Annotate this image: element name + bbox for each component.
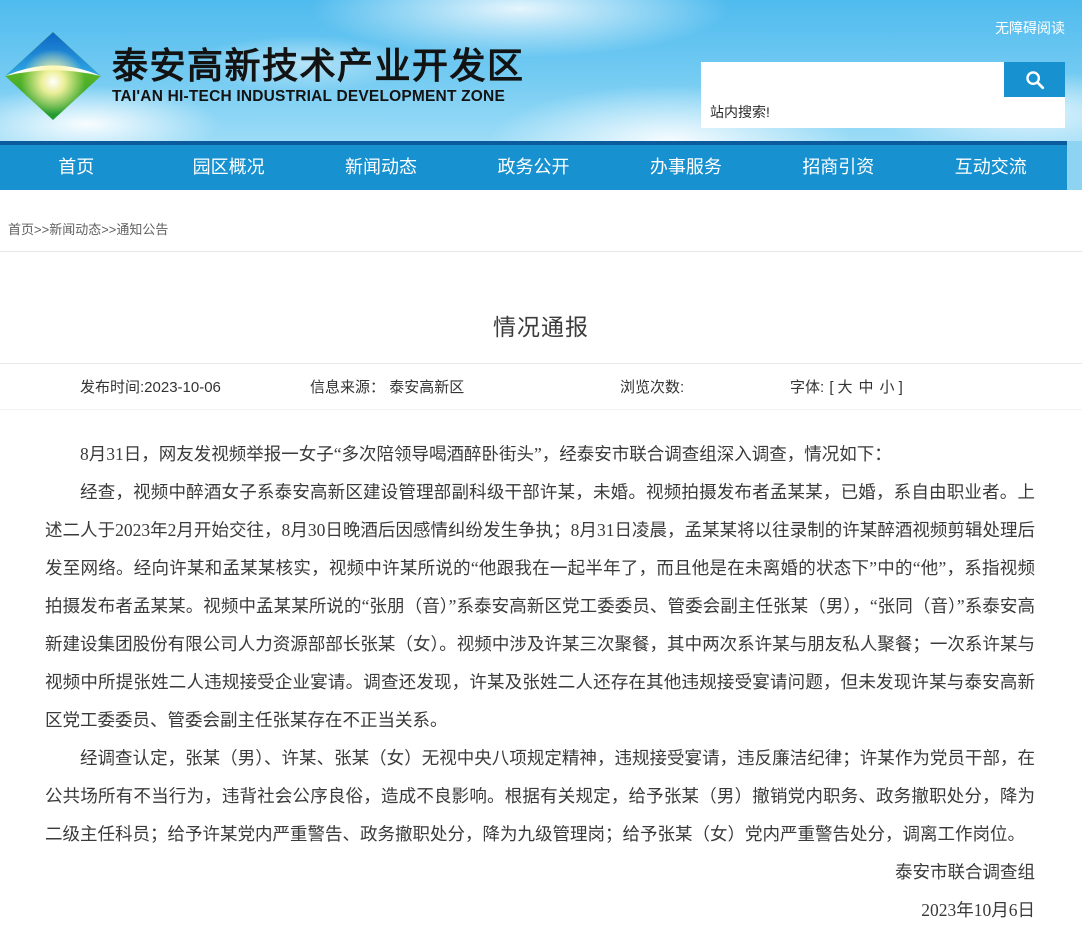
article-signature: 泰安市联合调查组 [45, 853, 1035, 891]
nav-item-investment[interactable]: 招商引资 [762, 145, 914, 190]
site-logo-diamond-icon [4, 32, 102, 120]
info-source-value: 泰安高新区 [389, 379, 464, 396]
font-bracket-close: ] [898, 379, 904, 396]
article-date: 2023年10月6日 [45, 891, 1035, 929]
accessibility-link[interactable]: 无障碍阅读 [995, 18, 1065, 38]
font-size-medium-button[interactable]: 中 [856, 379, 877, 396]
nav-item-gov-affairs[interactable]: 政务公开 [457, 145, 609, 190]
article-paragraph: 8月31日，网友发视频举报一女子“多次陪领导喝酒醉卧街头”，经泰安市联合调查组深… [45, 435, 1035, 473]
article-meta-bar: 发布时间:2023-10-06 信息来源： 泰安高新区 浏览次数: 字体: [大… [0, 363, 1082, 410]
search-button[interactable] [1004, 62, 1065, 97]
nav-right-filler [1067, 141, 1082, 190]
font-size-controls: 字体: [大中小] [790, 376, 904, 397]
site-title: 泰安高新技术产业开发区 TAI'AN HI-TECH INDUSTRIAL DE… [112, 46, 525, 106]
nav-item-home[interactable]: 首页 [0, 145, 152, 190]
page-title: 情况通报 [0, 308, 1082, 342]
main-navigation: 首页 园区概况 新闻动态 政务公开 办事服务 招商引资 互动交流 [0, 141, 1082, 190]
info-source: 信息来源： 泰安高新区 [310, 376, 620, 397]
info-source-label: 信息来源： [310, 379, 385, 396]
breadcrumb-separator: >> [101, 222, 116, 237]
site-header: 无障碍阅读 泰安高新技术产业开发区 TAI [0, 0, 1082, 141]
site-title-en: TAI'AN HI-TECH INDUSTRIAL DEVELOPMENT ZO… [112, 88, 525, 106]
breadcrumb-home[interactable]: 首页 [8, 222, 34, 237]
font-bracket-open: [ [828, 379, 834, 396]
publish-time: 发布时间:2023-10-06 [80, 376, 310, 397]
nav-item-interaction[interactable]: 互动交流 [915, 145, 1067, 190]
breadcrumb-notices[interactable]: 通知公告 [116, 222, 168, 237]
font-size-small-button[interactable]: 小 [877, 379, 898, 396]
font-size-large-button[interactable]: 大 [835, 379, 856, 396]
search-input[interactable] [701, 62, 1004, 97]
nav-item-zone-overview[interactable]: 园区概况 [152, 145, 304, 190]
view-count-label: 浏览次数: [620, 376, 790, 397]
breadcrumb-separator: >> [34, 222, 49, 237]
nav-item-services[interactable]: 办事服务 [610, 145, 762, 190]
search-box: 站内搜索! [701, 62, 1065, 128]
article-paragraph: 经调查认定，张某（男）、许某、张某（女）无视中央八项规定精神，违规接受宴请，违反… [45, 739, 1035, 853]
breadcrumb: 首页>>新闻动态>>通知公告 [0, 190, 1082, 252]
nav-item-news[interactable]: 新闻动态 [305, 145, 457, 190]
breadcrumb-news[interactable]: 新闻动态 [49, 222, 101, 237]
article-paragraph: 经查，视频中醉酒女子系泰安高新区建设管理部副科级干部许某，未婚。视频拍摄发布者孟… [45, 473, 1035, 739]
article-body: 8月31日，网友发视频举报一女子“多次陪领导喝酒醉卧街头”，经泰安市联合调查组深… [0, 435, 1082, 929]
search-hint-label: 站内搜索! [701, 97, 1065, 128]
search-icon [1024, 69, 1046, 91]
site-title-cn: 泰安高新技术产业开发区 [112, 46, 525, 86]
font-size-label: 字体: [790, 379, 824, 396]
